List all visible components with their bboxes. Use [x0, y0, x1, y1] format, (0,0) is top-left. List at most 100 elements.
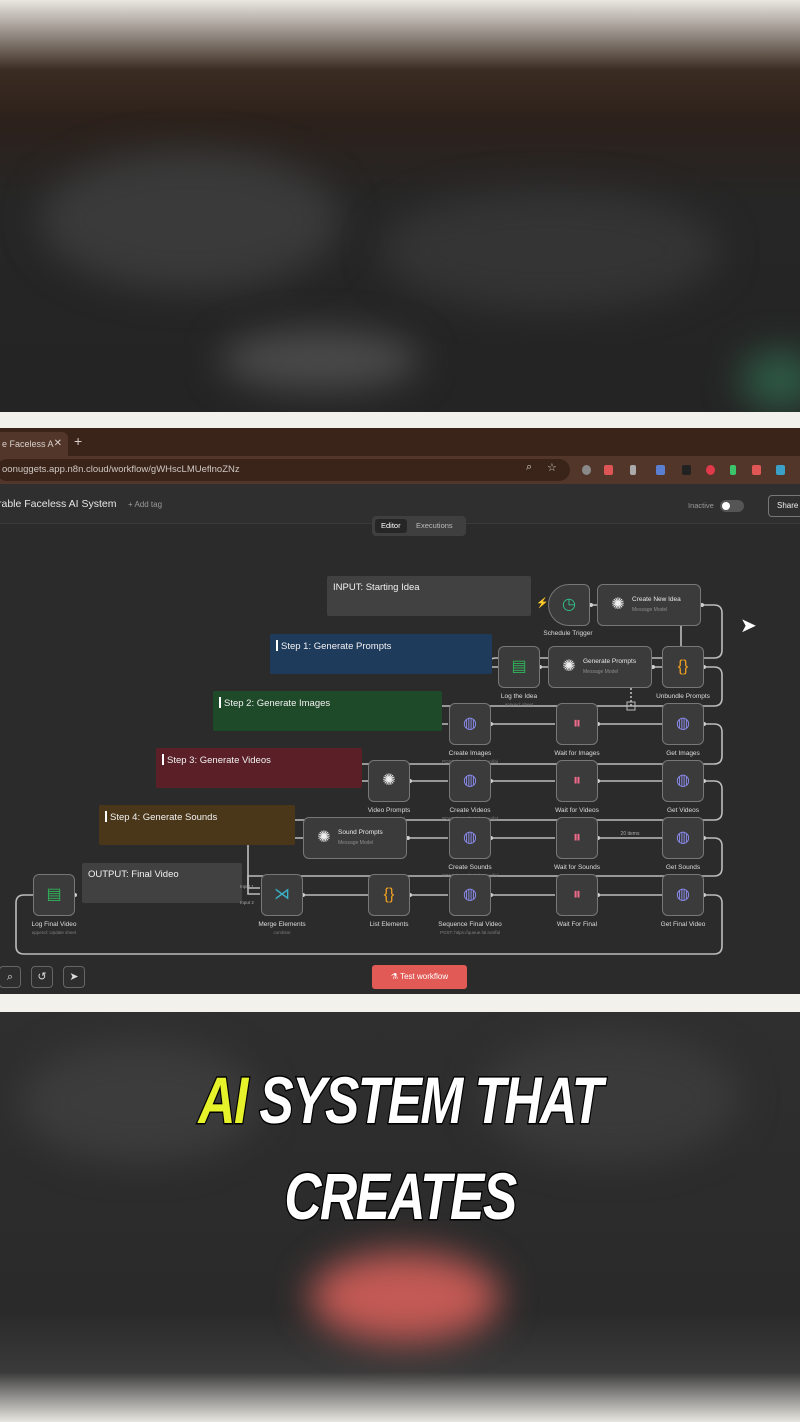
- node-title: Sound Prompts: [338, 829, 383, 836]
- node-create-videos[interactable]: ◍: [449, 760, 491, 802]
- extension-icon[interactable]: [730, 465, 736, 475]
- node-label: List Elements: [369, 921, 409, 928]
- node-label: Schedule Trigger: [543, 630, 593, 637]
- node-schedule-trigger[interactable]: ◷: [548, 584, 590, 626]
- node-label: Sequence Final Video: [438, 921, 502, 928]
- node-subtitle: Message Model: [583, 669, 619, 675]
- globe-icon: ◍: [676, 829, 690, 846]
- sticky-step3[interactable]: Step 3: Generate Videos: [156, 748, 362, 788]
- sticky-input[interactable]: INPUT: Starting Idea: [327, 576, 531, 616]
- mode-tabs: Editor Executions: [372, 516, 466, 536]
- sticky-output[interactable]: OUTPUT: Final Video: [82, 863, 242, 903]
- node-create-sounds[interactable]: ◍: [449, 817, 491, 859]
- node-label: Get Final Video: [660, 921, 706, 928]
- node-label: Wait for Images: [554, 750, 600, 757]
- extension-icon[interactable]: [682, 465, 691, 475]
- node-log-the-idea[interactable]: ▤: [498, 646, 540, 688]
- openai-icon: ✺: [317, 829, 331, 846]
- undo-button[interactable]: ↺: [31, 966, 53, 988]
- node-subtitle: combine: [273, 930, 291, 935]
- node-label: Wait for Sounds: [553, 864, 601, 871]
- browser-tab[interactable]: e Faceless A ✕: [0, 432, 68, 456]
- node-generate-prompts[interactable]: ✺ Generate Prompts Message Model: [548, 646, 652, 688]
- node-get-sounds[interactable]: ◍: [662, 817, 704, 859]
- caption-text: SYSTEM THAT: [246, 1062, 604, 1139]
- node-label: Get Videos: [666, 807, 700, 814]
- node-label: Unbundle Prompts: [656, 693, 710, 700]
- lightning-icon: ⚡: [536, 598, 549, 609]
- node-get-final-video[interactable]: ◍: [662, 874, 704, 916]
- extension-icon[interactable]: [706, 465, 715, 475]
- node-unbundle-prompts[interactable]: {}: [662, 646, 704, 688]
- clock-icon: ◷: [562, 596, 576, 613]
- node-video-prompts[interactable]: ✺: [368, 760, 410, 802]
- sticky-step1[interactable]: Step 1: Generate Prompts: [270, 634, 492, 674]
- node-wait-for-images[interactable]: ⏸: [556, 703, 598, 745]
- node-subtitle: Message Model: [338, 840, 374, 846]
- openai-icon: ✺: [382, 772, 396, 789]
- url-field[interactable]: oonuggets.app.n8n.cloud/workflow/gWHscLM…: [0, 459, 570, 481]
- node-label: Wait For Final: [556, 921, 598, 928]
- workflow-name[interactable]: rable Faceless AI System: [0, 498, 116, 510]
- select-tool-button[interactable]: ➤: [63, 966, 85, 988]
- share-button[interactable]: Share: [768, 495, 800, 517]
- sticky-step2[interactable]: Step 2: Generate Images: [213, 691, 442, 731]
- status-label: Inactive: [688, 501, 714, 510]
- blurred-background-top: [0, 0, 800, 412]
- extension-icon[interactable]: [656, 465, 665, 475]
- node-list-elements[interactable]: {}: [368, 874, 410, 916]
- node-label: Get Images: [666, 750, 700, 757]
- mic-icon[interactable]: [630, 465, 636, 475]
- node-merge-elements[interactable]: ⋊: [261, 874, 303, 916]
- extension-icon[interactable]: [776, 465, 785, 475]
- openai-icon: ✺: [562, 658, 576, 675]
- node-get-videos[interactable]: ◍: [662, 760, 704, 802]
- tab-executions[interactable]: Executions: [410, 519, 459, 533]
- caption-accent: AI: [197, 1062, 249, 1139]
- node-wait-for-sounds[interactable]: ⏸: [556, 817, 598, 859]
- node-get-images[interactable]: ◍: [662, 703, 704, 745]
- node-label: Video Prompts: [367, 807, 411, 814]
- merge-input-label: Input 1: [240, 884, 254, 889]
- node-subtitle: POST: https://queue.fal.run/fal: [439, 930, 501, 935]
- node-label: Log the Idea: [500, 693, 538, 700]
- node-wait-for-final[interactable]: ⏸: [556, 874, 598, 916]
- sticky-output-label: OUTPUT: Final Video: [88, 869, 179, 880]
- merge-input-label: Input 2: [240, 900, 254, 905]
- wire-item-count: 20 items: [620, 831, 640, 837]
- extension-icon[interactable]: [604, 465, 613, 475]
- tab-editor[interactable]: Editor: [375, 519, 407, 533]
- node-sequence-final-video[interactable]: ◍: [449, 874, 491, 916]
- active-toggle[interactable]: [720, 500, 744, 512]
- shield-icon[interactable]: [752, 465, 761, 475]
- workflow-canvas[interactable]: INPUT: Starting Idea Step 1: Generate Pr…: [0, 538, 800, 994]
- node-label: Log Final Video: [31, 921, 77, 928]
- search-icon[interactable]: ⌕: [526, 461, 532, 474]
- zoom-button[interactable]: ⌕: [0, 966, 21, 988]
- node-log-final-video[interactable]: ▤: [33, 874, 75, 916]
- sticky-step3-label: Step 3: Generate Videos: [167, 755, 271, 766]
- close-icon[interactable]: ✕: [54, 432, 62, 456]
- google-sheets-icon: ▤: [511, 658, 527, 675]
- node-create-images[interactable]: ◍: [449, 703, 491, 745]
- new-tab-button[interactable]: +: [74, 433, 82, 449]
- google-sheets-icon: ▤: [46, 886, 62, 903]
- node-create-new-idea[interactable]: ✺ Create New Idea Message Model: [597, 584, 701, 626]
- tab-bar: e Faceless A ✕ +: [0, 428, 800, 456]
- tab-title: e Faceless A: [2, 439, 54, 449]
- pause-icon: ⏸: [572, 829, 582, 846]
- star-icon[interactable]: ☆: [547, 461, 557, 474]
- extension-icon[interactable]: [582, 465, 591, 475]
- node-sound-prompts[interactable]: ✺ Sound Prompts Message Model: [303, 817, 407, 859]
- add-tag-button[interactable]: + Add tag: [128, 500, 162, 509]
- flask-icon: ⚗: [390, 972, 401, 981]
- test-workflow-button[interactable]: ⚗ Test workflow: [372, 965, 467, 989]
- node-label: Wait for Videos: [555, 807, 599, 814]
- code-braces-icon: {}: [383, 886, 395, 903]
- node-title: Generate Prompts: [583, 658, 637, 665]
- browser-window: e Faceless A ✕ + oonuggets.app.n8n.cloud…: [0, 428, 800, 994]
- node-label: Create Videos: [449, 807, 491, 814]
- address-bar-row: oonuggets.app.n8n.cloud/workflow/gWHscLM…: [0, 456, 800, 484]
- sticky-step4[interactable]: Step 4: Generate Sounds: [99, 805, 295, 845]
- node-wait-for-videos[interactable]: ⏸: [556, 760, 598, 802]
